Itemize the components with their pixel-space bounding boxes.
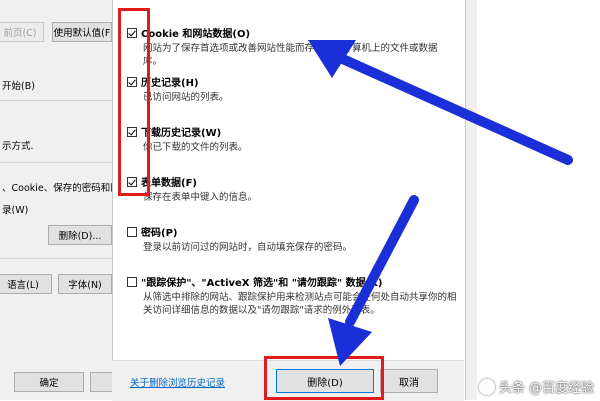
annotation-arrows [308, 40, 573, 366]
watermark: 头条 @百度经验 [478, 377, 594, 396]
arrow-to-checkboxes [308, 40, 573, 165]
arrow-to-delete-button [328, 195, 419, 366]
watermark-logo-icon [478, 378, 495, 395]
watermark-text: 头条 @百度经验 [498, 381, 594, 396]
